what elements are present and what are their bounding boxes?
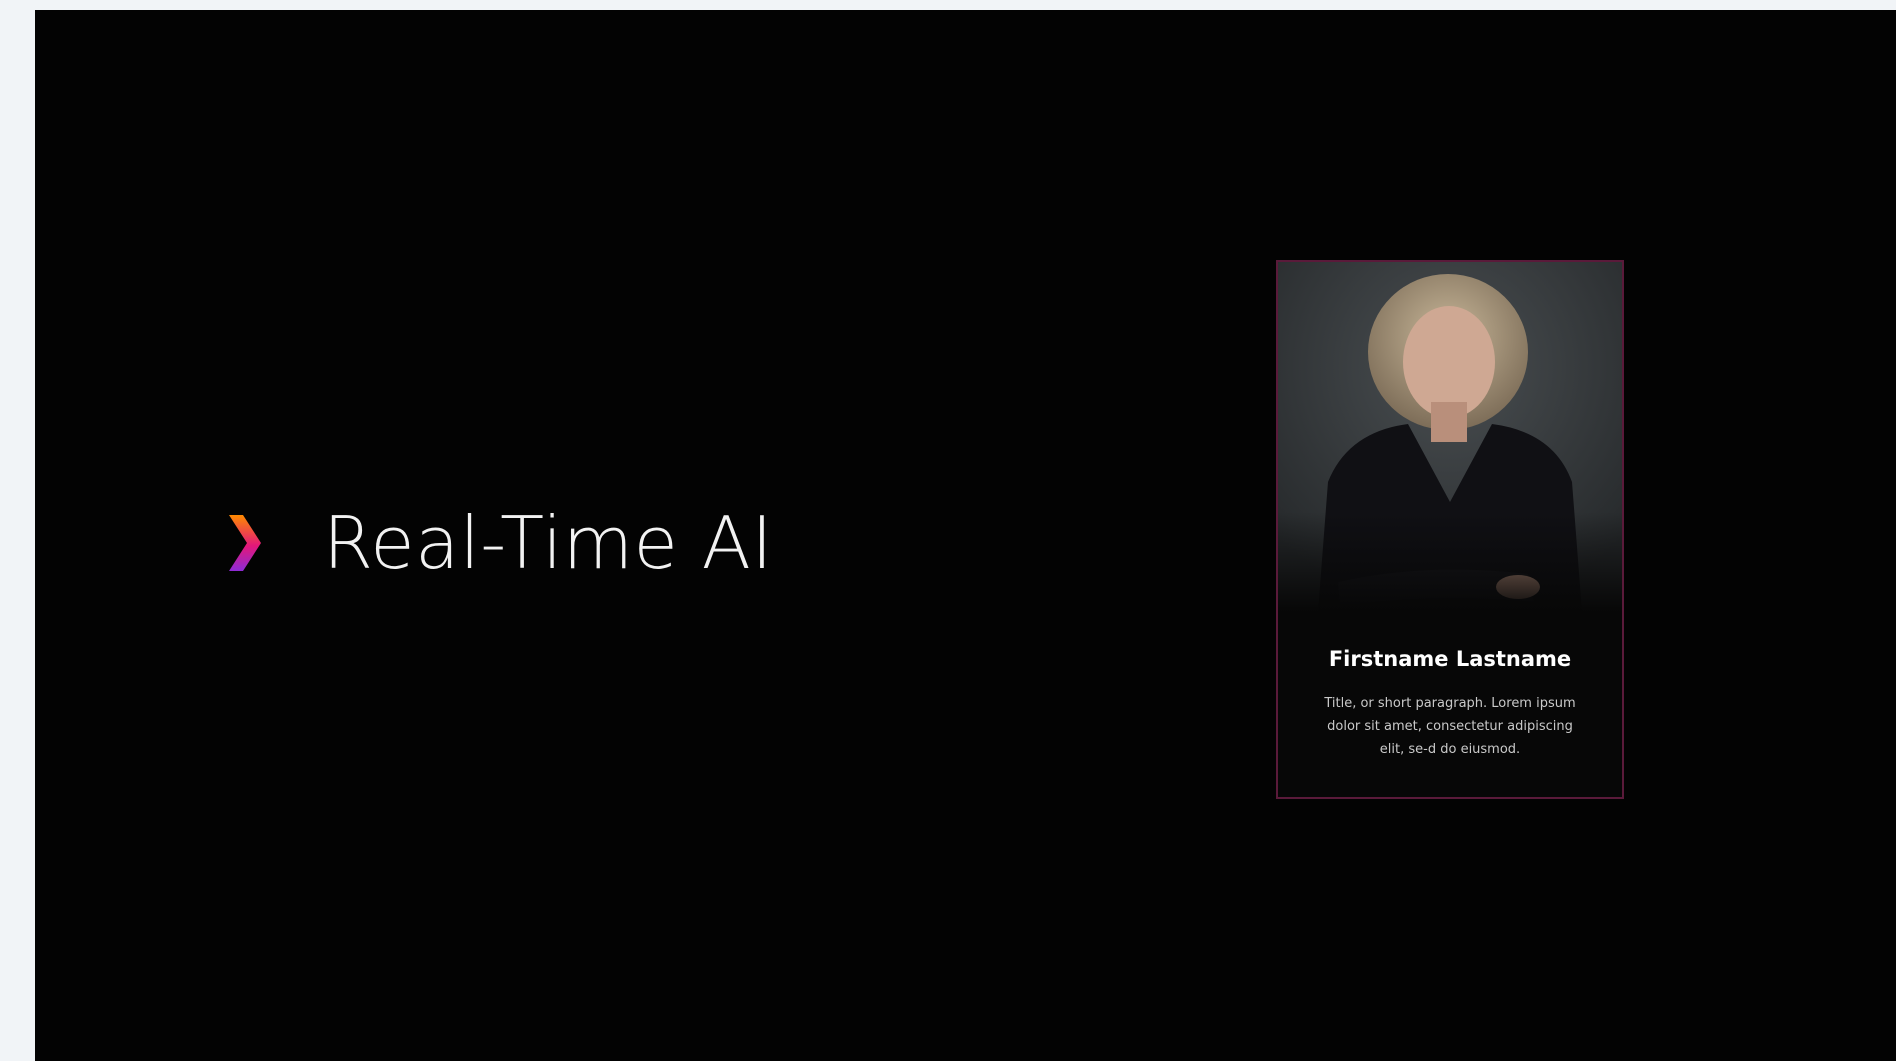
person-name: Firstname Lastname	[1328, 647, 1572, 671]
slide-title: Real-Time AI	[323, 501, 774, 585]
profile-card: Firstname Lastname Title, or short parag…	[1276, 260, 1624, 799]
person-description: Title, or short paragraph. Lorem ipsum d…	[1324, 696, 1576, 757]
portrait-photo	[1278, 262, 1622, 612]
headline: Real-Time AI	[225, 493, 773, 593]
slide-canvas: Real-Time AI Firstname Lastname Title, o…	[35, 10, 1896, 1061]
chevron-right-icon	[229, 515, 261, 571]
